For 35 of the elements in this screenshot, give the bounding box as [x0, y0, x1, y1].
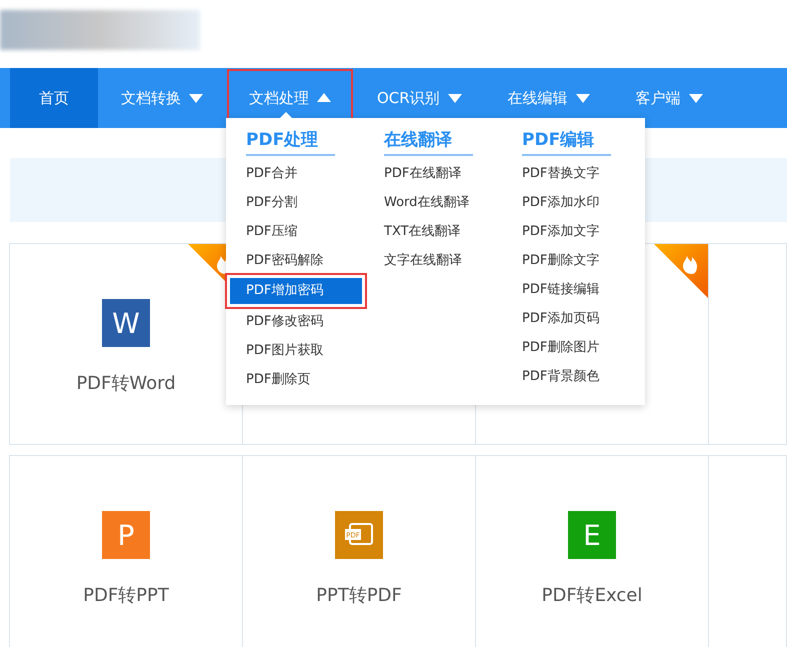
menu-item[interactable]: PDF添加水印 [522, 188, 640, 217]
menu-item[interactable]: PDF添加页码 [522, 304, 640, 333]
menu-item[interactable]: PDF添加文字 [522, 217, 640, 246]
nav-tab[interactable]: 首页 [10, 68, 98, 128]
menu-heading: PDF处理 [246, 128, 335, 156]
menu-item[interactable]: Word在线翻译 [384, 188, 502, 217]
menu-item[interactable]: PDF链接编辑 [522, 275, 640, 304]
tool-label: PDF转Excel [542, 584, 642, 607]
letter-icon: W [102, 299, 150, 347]
menu-item[interactable]: PDF在线翻译 [384, 159, 502, 188]
letter-icon: P [102, 511, 150, 559]
menu-item[interactable]: PDF图片获取 [246, 336, 364, 365]
tool-label: PDF转PPT [83, 584, 169, 607]
menu-item[interactable]: PDF分割 [246, 188, 364, 217]
tool-card[interactable] [708, 455, 787, 647]
tool-card[interactable] [708, 243, 787, 445]
menu-item[interactable]: PDF删除文字 [522, 246, 640, 275]
menu-item[interactable]: PDF压缩 [246, 217, 364, 246]
letter-icon: E [568, 511, 616, 559]
tool-card[interactable]: P PDF转PPT [9, 455, 243, 647]
tool-label: PPT转PDF [316, 584, 402, 607]
menu-item[interactable]: PDF删除图片 [522, 333, 640, 362]
menu-item[interactable]: PDF密码解除 [246, 246, 364, 275]
menu-item[interactable]: PDF替换文字 [522, 159, 640, 188]
menu-item[interactable]: PDF增加密码 [225, 273, 367, 309]
menu-item[interactable]: PDF合并 [246, 159, 364, 188]
menu-item[interactable]: 文字在线翻译 [384, 246, 502, 275]
menu-item[interactable]: TXT在线翻译 [384, 217, 502, 246]
tool-card[interactable]: W PDF转Word [9, 243, 243, 445]
tool-label: PDF转Word [76, 372, 176, 395]
menu-heading: 在线翻译 [384, 128, 473, 156]
menu-item[interactable]: PDF修改密码 [246, 307, 364, 336]
menu-heading: PDF编辑 [522, 128, 611, 156]
menu-item[interactable]: PDF背景颜色 [522, 362, 640, 391]
menu-item[interactable]: PDF删除页 [246, 365, 364, 394]
